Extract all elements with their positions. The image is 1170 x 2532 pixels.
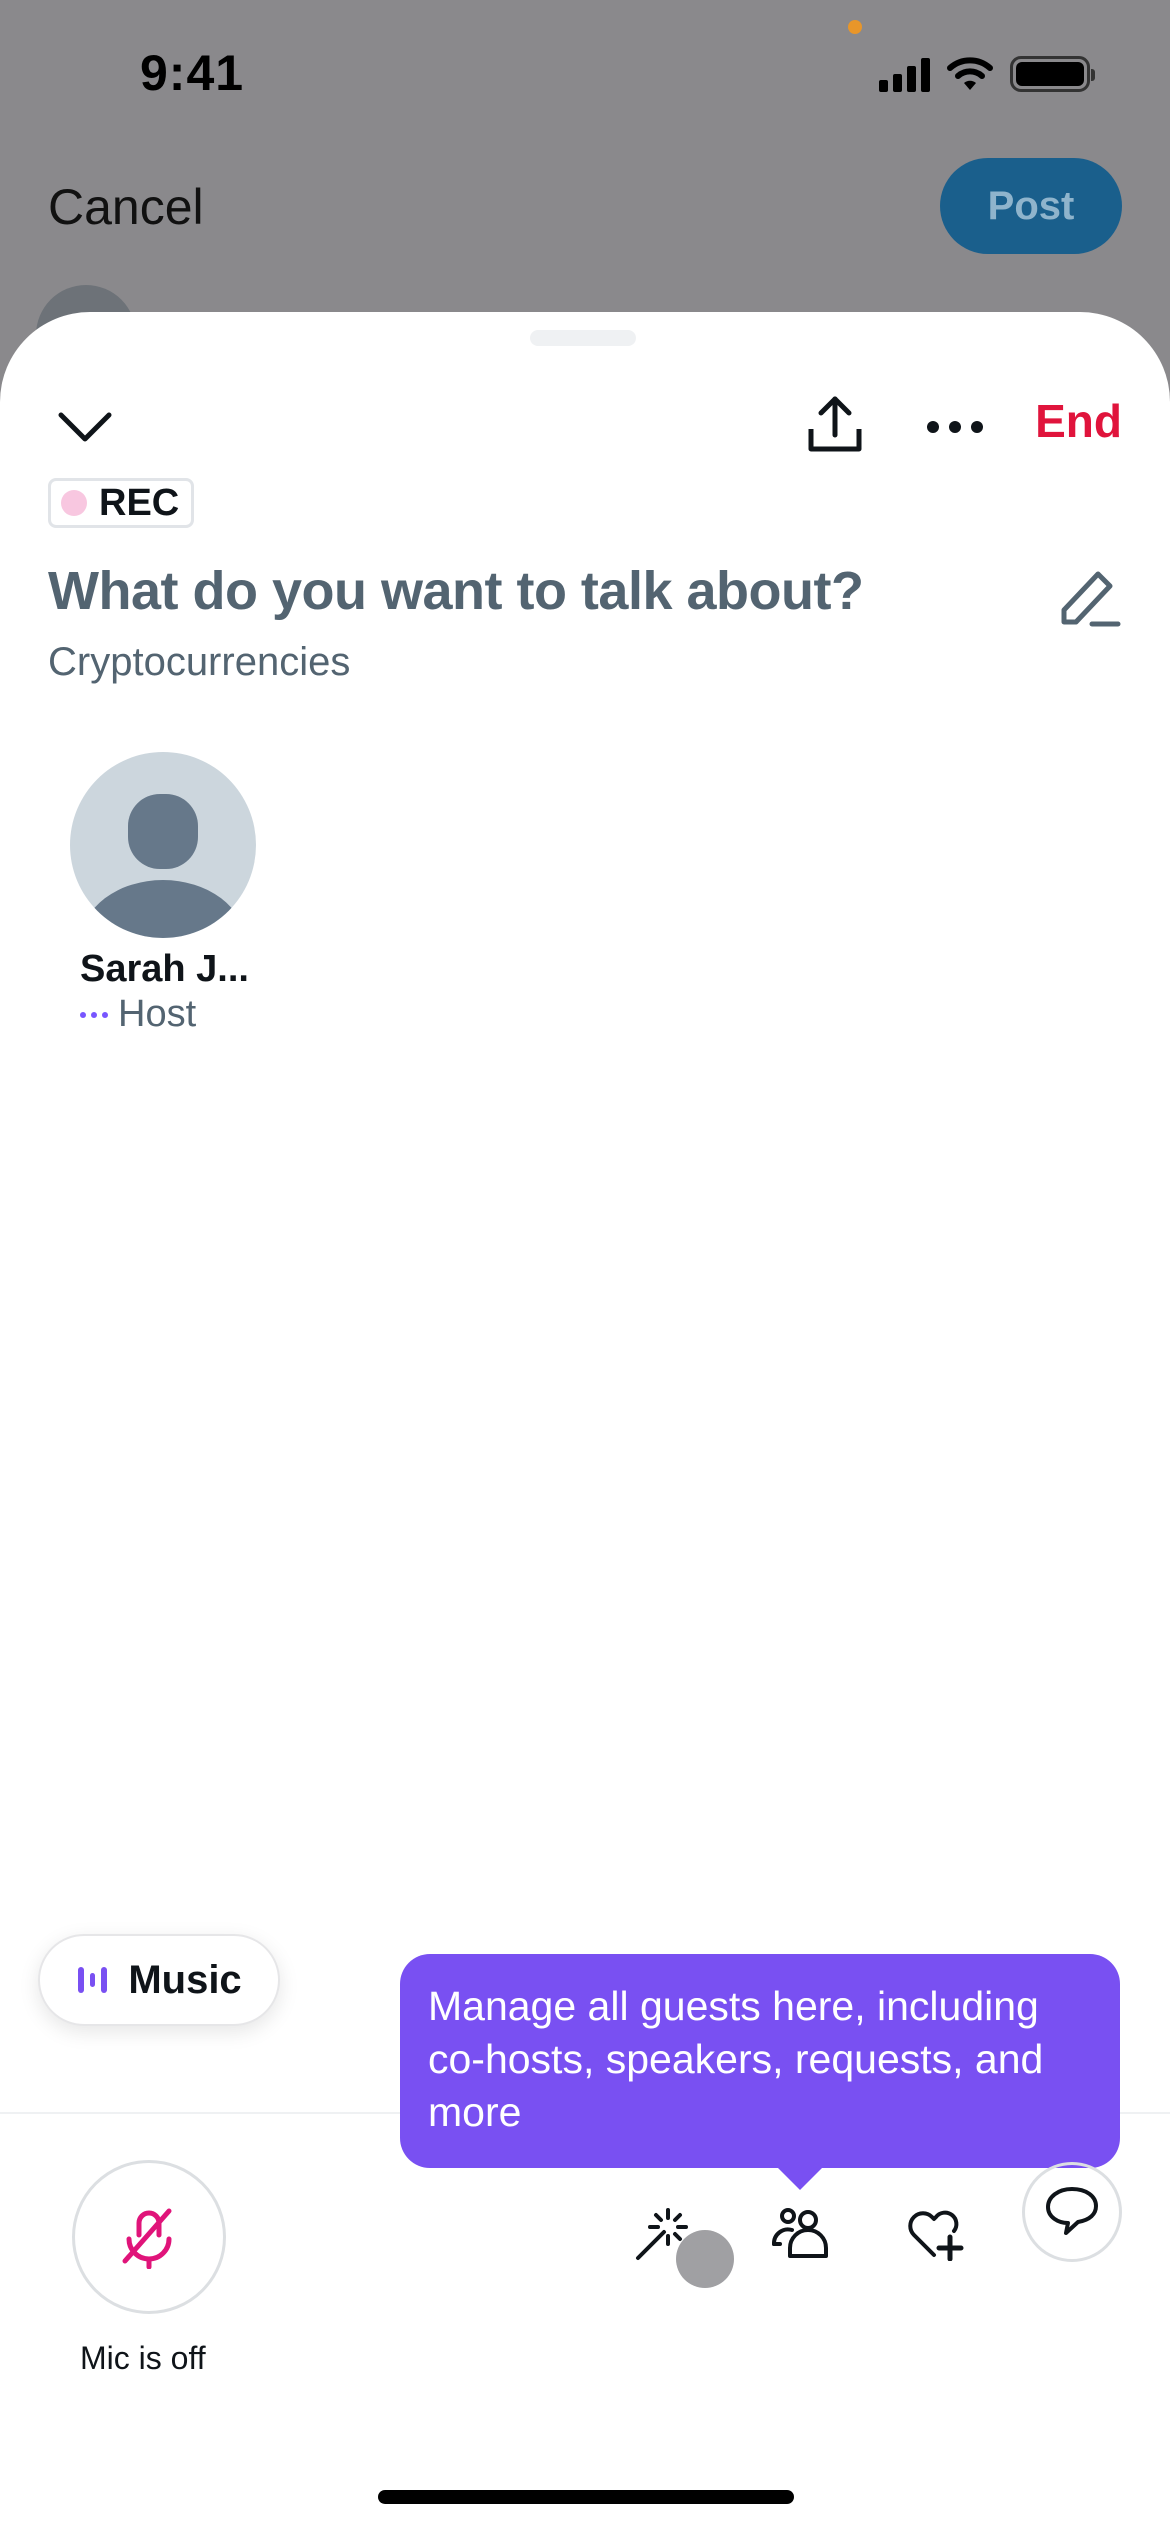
speaker-role-label: Host xyxy=(118,993,197,1035)
status-bar: 9:41 xyxy=(0,0,1170,150)
pencil-icon xyxy=(1061,571,1121,627)
collapse-button[interactable] xyxy=(50,392,120,462)
end-space-button[interactable]: End xyxy=(1035,394,1122,448)
chevron-down-icon xyxy=(58,412,112,442)
music-bars-icon xyxy=(78,1967,108,1993)
recording-label: REC xyxy=(99,481,180,524)
space-title: What do you want to talk about? xyxy=(48,561,864,621)
recording-badge: REC xyxy=(48,478,195,528)
space-sheet: End REC What do you want to talk about? … xyxy=(0,312,1170,2532)
share-button[interactable] xyxy=(800,386,870,462)
touch-indicator xyxy=(676,2230,734,2288)
space-topic: Cryptocurrencies xyxy=(48,640,351,684)
status-time: 9:41 xyxy=(140,45,245,101)
more-options-button[interactable] xyxy=(920,392,990,462)
mic-off-icon xyxy=(122,2208,172,2269)
cellular-signal-icon xyxy=(879,56,930,92)
chat-bubble-icon xyxy=(1046,2187,1098,2235)
status-icons xyxy=(879,56,1095,92)
battery-icon xyxy=(1010,56,1095,92)
more-horizontal-icon xyxy=(927,421,983,433)
recording-dot-icon xyxy=(61,490,87,516)
avatar xyxy=(70,752,256,938)
sheet-header: End xyxy=(0,372,1170,472)
speaking-indicator-icon xyxy=(80,1011,108,1018)
wifi-icon xyxy=(947,57,993,90)
mic-status-label: Mic is off xyxy=(80,2340,206,2376)
manage-guests-tooltip: Manage all guests here, including co-hos… xyxy=(400,1954,1120,2190)
privacy-indicator-dot xyxy=(848,20,862,34)
add-reaction-button[interactable] xyxy=(885,2184,985,2284)
chat-button[interactable] xyxy=(1022,2162,1122,2262)
speaker-name: Sarah J... xyxy=(80,948,249,990)
speaker-role: Host xyxy=(80,993,260,1036)
heart-plus-icon xyxy=(908,2210,964,2261)
share-icon xyxy=(808,396,862,452)
default-avatar-icon xyxy=(81,794,245,938)
edit-title-button[interactable] xyxy=(1054,562,1126,634)
post-button: Post xyxy=(940,158,1122,254)
speaker-tile[interactable]: Sarah J... Host xyxy=(70,752,260,1036)
cancel-button: Cancel xyxy=(48,179,204,235)
manage-guests-button[interactable] xyxy=(750,2184,850,2284)
home-indicator[interactable] xyxy=(378,2490,794,2504)
music-label: Music xyxy=(128,1957,242,2002)
mic-toggle-button[interactable] xyxy=(72,2160,226,2314)
music-button[interactable]: Music xyxy=(38,1934,280,2026)
people-icon xyxy=(772,2208,828,2258)
sheet-grabber-handle[interactable] xyxy=(530,330,636,346)
